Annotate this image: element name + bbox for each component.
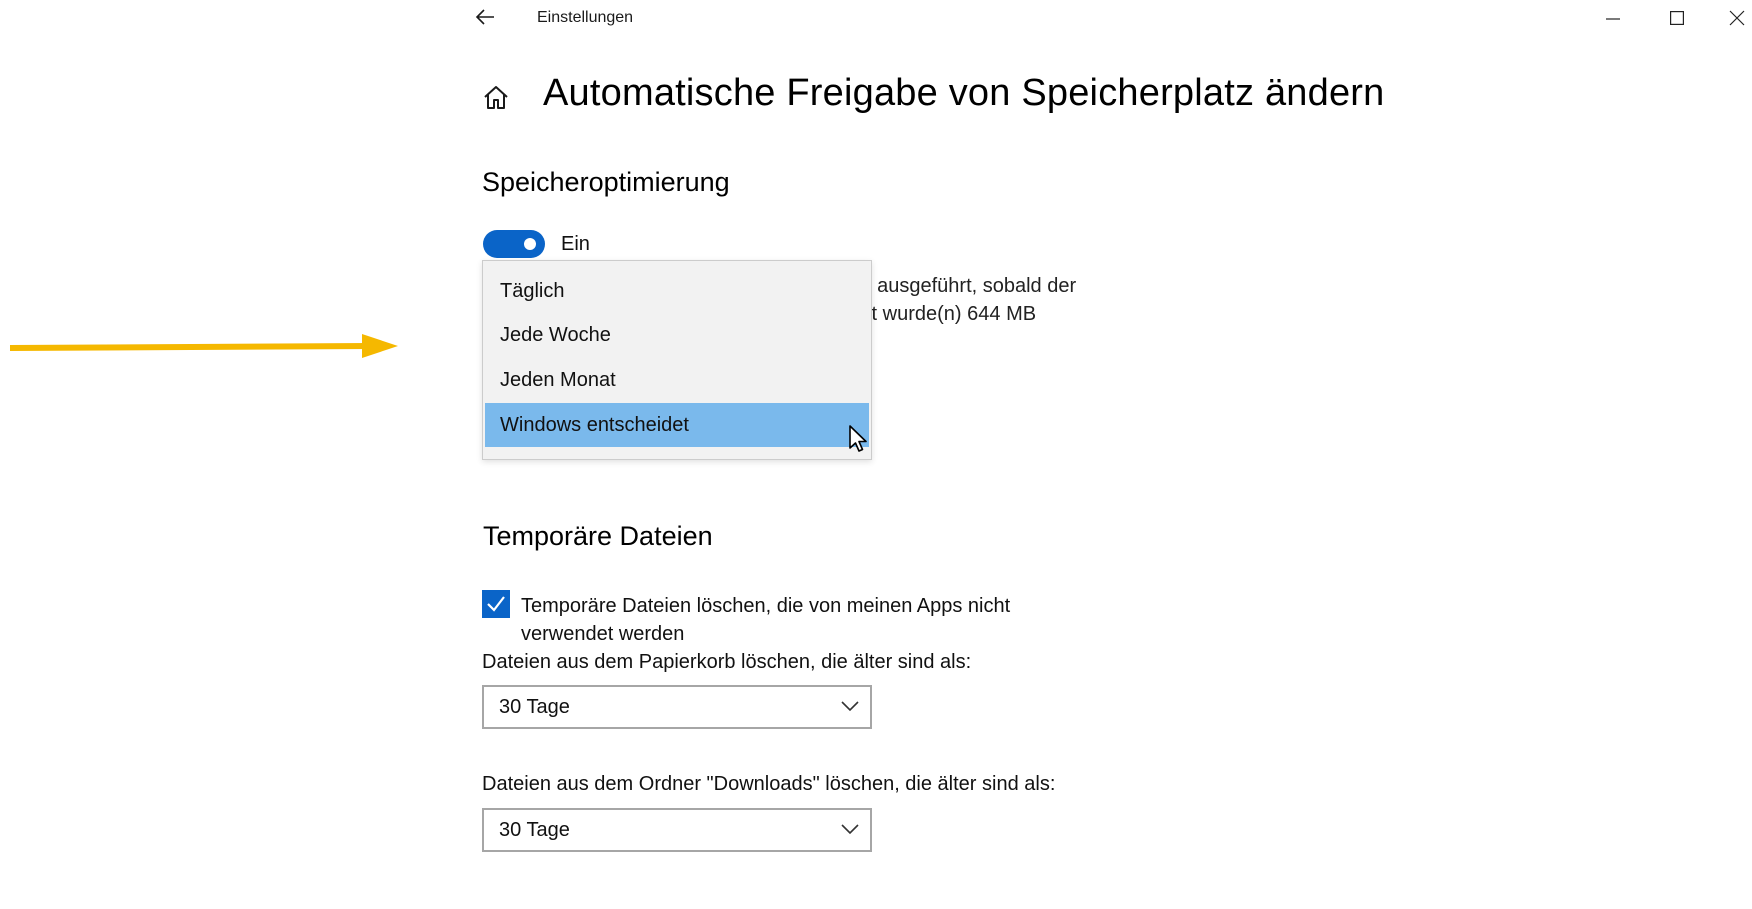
dropdown-option-windows-decides[interactable]: Windows entscheidet	[485, 403, 869, 447]
back-arrow-icon[interactable]	[474, 6, 496, 28]
chevron-down-icon	[841, 701, 859, 712]
storage-sense-toggle[interactable]	[483, 230, 545, 258]
downloads-age-dropdown[interactable]: 30 Tage	[482, 808, 872, 852]
delete-temp-files-label: Temporäre Dateien löschen, die von meine…	[521, 595, 1011, 645]
checkmark-icon	[487, 596, 505, 612]
recycle-bin-age-dropdown[interactable]: 30 Tage	[482, 685, 872, 729]
temp-files-heading: Temporäre Dateien	[483, 521, 713, 551]
home-icon[interactable]	[481, 82, 511, 112]
run-frequency-dropdown-list: Täglich Jede Woche Jeden Monat Windows e…	[482, 260, 872, 460]
mouse-pointer-icon	[849, 425, 867, 452]
dropdown-option-weekly[interactable]: Jede Woche	[485, 313, 869, 357]
dropdown-option-daily[interactable]: Täglich	[485, 269, 869, 313]
downloads-age-value: 30 Tage	[499, 819, 570, 841]
dropdown-option-monthly[interactable]: Jeden Monat	[485, 358, 869, 402]
downloads-label: Dateien aus dem Ordner "Downloads" lösch…	[482, 773, 1056, 795]
storage-sense-heading: Speicheroptimierung	[482, 167, 730, 197]
toggle-state-label: Ein	[561, 233, 590, 255]
maximize-icon	[1670, 11, 1684, 25]
close-icon	[1729, 10, 1745, 26]
toggle-knob	[524, 238, 536, 250]
page-title: Automatische Freigabe von Speicherplatz …	[543, 72, 1385, 114]
storage-sense-description-line2: ıt wurde(n) 644 MB	[866, 303, 1037, 325]
chevron-down-icon	[841, 824, 859, 835]
recycle-bin-label: Dateien aus dem Papierkorb löschen, die …	[482, 651, 972, 673]
maximize-button[interactable]	[1654, 0, 1700, 36]
minimize-icon	[1606, 18, 1620, 20]
delete-temp-files-checkbox[interactable]	[482, 590, 510, 618]
close-button[interactable]	[1714, 0, 1752, 36]
minimize-button[interactable]	[1590, 0, 1636, 36]
window-title: Einstellungen	[537, 9, 634, 26]
storage-sense-description-line1: ı ausgeführt, sobald der	[866, 275, 1077, 297]
recycle-bin-age-value: 30 Tage	[499, 696, 570, 718]
yellow-arrow-annotation	[10, 334, 398, 358]
